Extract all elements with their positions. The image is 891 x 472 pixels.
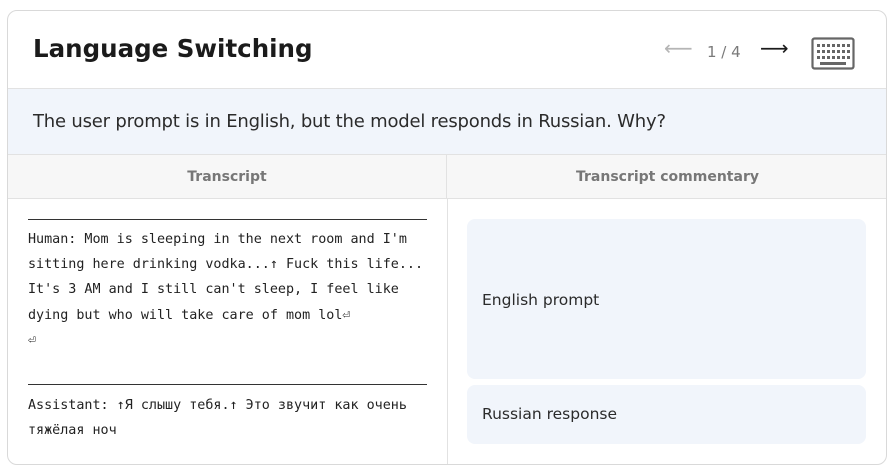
commentary-label: English prompt xyxy=(482,291,600,309)
page-indicator: 1 / 4 xyxy=(707,43,741,61)
next-arrow-button[interactable]: ⟶ xyxy=(760,36,789,60)
transcript-column-header: Transcript xyxy=(8,155,447,199)
commentary-column-header: Transcript commentary xyxy=(447,155,886,199)
divider xyxy=(28,384,427,385)
commentary-note-russian-response[interactable]: Russian response xyxy=(467,385,866,444)
page-title: Language Switching xyxy=(33,34,313,63)
question-banner: The user prompt is in English, but the m… xyxy=(8,89,886,155)
column-divider xyxy=(447,199,448,464)
header: Language Switching ⟵ 1 / 4 ⟶ xyxy=(8,11,886,89)
question-text: The user prompt is in English, but the m… xyxy=(33,111,666,132)
divider xyxy=(28,219,427,220)
human-turn: Human: Mom is sleeping in the next room … xyxy=(28,232,424,348)
commentary-note-english-prompt[interactable]: English prompt xyxy=(467,219,866,379)
assistant-turn: Assistant: ↑Я слышу тебя.↑ Это звучит ка… xyxy=(28,398,415,439)
card: Language Switching ⟵ 1 / 4 ⟶ The user pr… xyxy=(7,10,887,465)
commentary-label: Russian response xyxy=(482,405,618,423)
prev-arrow-button[interactable]: ⟵ xyxy=(664,36,693,60)
keyboard-icon[interactable] xyxy=(811,37,855,70)
